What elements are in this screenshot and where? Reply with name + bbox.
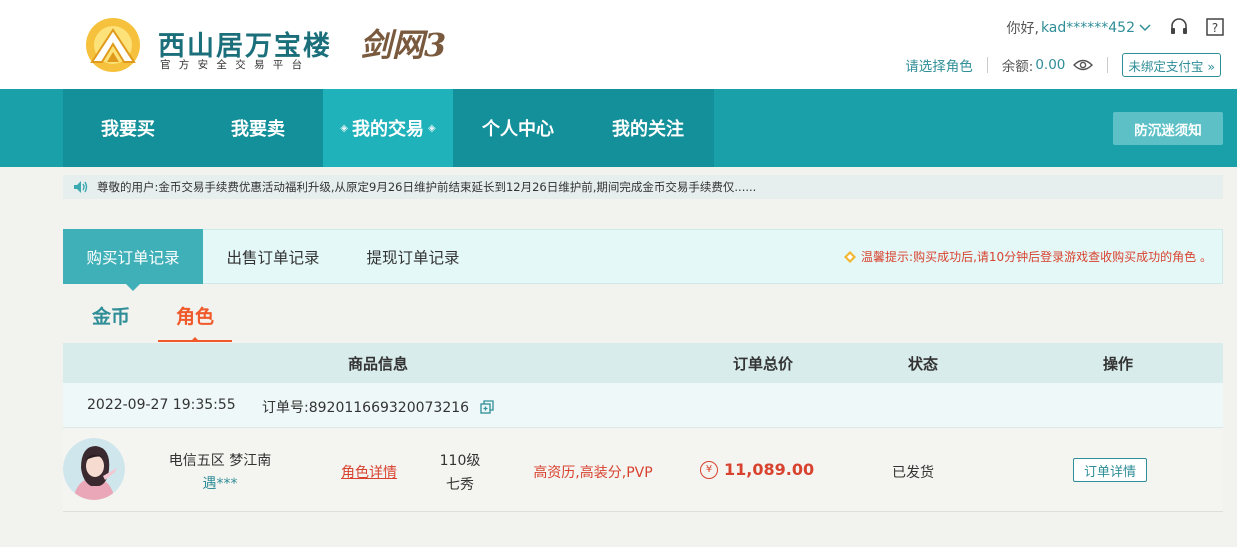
- subtab-gold[interactable]: 金币: [73, 302, 149, 342]
- role-detail-link[interactable]: 角色详情: [319, 462, 419, 482]
- balance-value: 0.00: [1035, 57, 1066, 73]
- tab-withdraw-orders[interactable]: 提现订单记录: [343, 229, 483, 284]
- announcement-bar[interactable]: 尊敬的用户:金币交易手续费优惠活动福利升级,从原定9月26日维护前结束延长到12…: [63, 175, 1223, 199]
- tab-buy-orders[interactable]: 购买订单记录: [63, 229, 203, 291]
- logo-icon[interactable]: [80, 16, 146, 74]
- nav-item-label: 我的关注: [612, 119, 684, 140]
- column-header-action: 操作: [1102, 354, 1133, 373]
- help-icon[interactable]: ?: [1205, 17, 1225, 37]
- divider: [986, 57, 988, 73]
- character-avatar[interactable]: [63, 438, 125, 500]
- nav-item-label: 个人中心: [482, 119, 554, 140]
- order-header-row: 2022-09-27 19:35:55 订单号:8920116693200732…: [63, 383, 1223, 428]
- copy-icon[interactable]: [479, 400, 494, 414]
- anti-addiction-button[interactable]: 防沉迷须知: [1113, 112, 1223, 145]
- select-role-link[interactable]: 请选择角色: [905, 55, 973, 75]
- headset-icon[interactable]: [1169, 17, 1189, 37]
- role-level: 110级: [439, 453, 481, 469]
- role-tags: 高资历,高装分,PVP: [533, 465, 653, 481]
- bind-alipay-button[interactable]: 未绑定支付宝 »: [1122, 53, 1221, 77]
- chevron-down-icon[interactable]: [1139, 24, 1151, 32]
- order-number-group: 订单号:892011669320073216: [262, 397, 494, 417]
- order-number-label: 订单号:: [262, 400, 309, 416]
- role-detail-label: 角色详情: [341, 465, 397, 481]
- account-bar: 请选择角色 余额: 0.00 未绑定支付宝 »: [905, 52, 1221, 78]
- order-time: 2022-09-27 19:35:55: [87, 397, 236, 413]
- order-type-tabs: 购买订单记录 出售订单记录 提现订单记录 温馨提示:购买成功后,请10分钟后登录…: [63, 229, 1223, 291]
- diamond-deco-icon: ◈: [428, 122, 436, 134]
- table-header: 商品信息 订单总价 状态 操作: [63, 343, 1223, 383]
- yen-icon: ¥: [700, 460, 718, 479]
- price-value: 11,089.00: [724, 460, 815, 479]
- divider: [1107, 57, 1109, 73]
- tab-sell-orders[interactable]: 出售订单记录: [203, 229, 343, 284]
- order-number: 892011669320073216: [308, 400, 470, 416]
- nav-item-label: 我要卖: [231, 119, 285, 140]
- nav-item-my-trades[interactable]: ◈ 我的交易 ◈: [323, 89, 453, 167]
- tab-label: 出售订单记录: [226, 248, 320, 267]
- order-price: ¥ 11,089.00: [700, 460, 814, 479]
- table-row: 电信五区 梦江南 遇*** 角色详情 110级 七秀 高资历,高装分,PVP ¥…: [63, 428, 1223, 512]
- nav-item-profile[interactable]: 个人中心: [453, 89, 583, 167]
- nav-item-label: 我的交易: [352, 119, 424, 140]
- account-name[interactable]: kad******452: [1041, 20, 1135, 36]
- order-status: 已发货: [892, 465, 934, 481]
- column-header-price: 订单总价: [732, 354, 793, 373]
- balance-label: 余额:: [1001, 59, 1034, 75]
- server-name: 电信五区 梦江南: [168, 453, 272, 469]
- tip-diamond-icon: [844, 250, 857, 263]
- nav-item-favorites[interactable]: 我的关注: [583, 89, 713, 167]
- role-name: 遇***: [202, 476, 238, 492]
- nav-item-sell[interactable]: 我要卖: [193, 89, 323, 167]
- diamond-deco-icon: ◈: [340, 122, 348, 134]
- nav-item-label: 我要买: [101, 119, 155, 140]
- order-detail-button[interactable]: 订单详情: [1073, 458, 1147, 482]
- subtab-label: 金币: [91, 306, 130, 328]
- brand-subtitle: 官方安全交易平台: [160, 59, 311, 71]
- greeting-text: 你好,: [1006, 21, 1039, 37]
- game-logo[interactable]: 剑网3: [360, 20, 446, 66]
- column-header-product: 商品信息: [347, 354, 408, 373]
- tab-label: 提现订单记录: [366, 248, 460, 267]
- announcement-text: 尊敬的用户:金币交易手续费优惠活动福利升级,从原定9月26日维护前结束延长到12…: [97, 180, 757, 194]
- nav-item-buy[interactable]: 我要买: [63, 89, 193, 167]
- tip-text: 温馨提示:购买成功后,请10分钟后登录游戏查收购买成功的角色 。: [861, 250, 1212, 264]
- main-nav: 我要买 我要卖 ◈ 我的交易 ◈ 个人中心 我的关注: [0, 89, 1237, 167]
- nav-menu: 我要买 我要卖 ◈ 我的交易 ◈ 个人中心 我的关注: [63, 89, 714, 167]
- svg-text:?: ?: [1212, 21, 1218, 35]
- subtab-role[interactable]: 角色: [158, 302, 232, 342]
- speaker-icon: [74, 181, 88, 193]
- subtab-label: 角色: [175, 306, 214, 328]
- purchase-tip: 温馨提示:购买成功后,请10分钟后登录游戏查收购买成功的角色 。: [844, 230, 1212, 283]
- column-header-status: 状态: [907, 354, 938, 373]
- tab-label: 购买订单记录: [86, 248, 180, 267]
- user-greeting[interactable]: 你好, kad******452: [1006, 18, 1151, 38]
- role-school: 七秀: [446, 477, 474, 493]
- top-header: 西山居万宝楼 官方安全交易平台 剑网3 你好, kad******452 ? 请…: [0, 0, 1237, 89]
- eye-icon[interactable]: [1073, 58, 1094, 72]
